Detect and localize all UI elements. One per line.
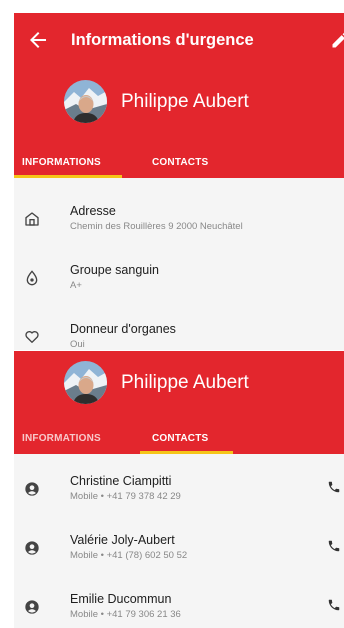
info-list: Adresse Chemin des Rouillères 9 2000 Neu… — [14, 178, 344, 350]
phone-icon[interactable] — [327, 539, 341, 553]
contact-item[interactable]: Emilie Ducommun Mobile • +41 79 306 21 3… — [14, 579, 344, 628]
info-label: Groupe sanguin — [70, 263, 159, 277]
account-circle-icon — [25, 482, 39, 496]
tab-contacts[interactable]: CONTACTS — [152, 157, 208, 168]
blood-drop-icon — [26, 270, 38, 286]
info-label: Adresse — [70, 204, 116, 218]
contact-name: Emilie Ducommun — [70, 592, 172, 606]
info-value: A+ — [70, 280, 82, 291]
phone-icon[interactable] — [327, 480, 341, 494]
screen-contacts: Philippe Aubert INFORMATIONS CONTACTS Ch… — [14, 351, 344, 628]
contact-list: Christine Ciampitti Mobile • +41 79 378 … — [14, 454, 344, 628]
account-circle-icon — [25, 541, 39, 555]
info-item-address[interactable]: Adresse Chemin des Rouillères 9 2000 Neu… — [14, 191, 344, 250]
heart-icon — [25, 331, 39, 343]
contact-phone: Mobile • +41 79 378 42 29 — [70, 491, 181, 502]
pencil-icon[interactable] — [330, 30, 344, 50]
info-item-organ-donor[interactable]: Donneur d'organes Oui — [14, 309, 344, 350]
header-area: Philippe Aubert INFORMATIONS CONTACTS — [14, 351, 344, 454]
info-value: Chemin des Rouillères 9 2000 Neuchâtel — [70, 221, 243, 232]
tab-contacts[interactable]: CONTACTS — [152, 433, 208, 444]
tab-informations[interactable]: INFORMATIONS — [22, 157, 101, 168]
page-title: Informations d'urgence — [71, 31, 254, 49]
phone-icon[interactable] — [327, 598, 341, 612]
avatar — [64, 361, 107, 404]
tab-bar: INFORMATIONS CONTACTS — [14, 148, 344, 178]
screen-informations: Informations d'urgence Philippe Aubert I… — [14, 13, 344, 350]
profile-name: Philippe Aubert — [121, 371, 249, 393]
info-label: Donneur d'organes — [70, 322, 176, 336]
contact-item[interactable]: Christine Ciampitti Mobile • +41 79 378 … — [14, 461, 344, 520]
arrow-back-icon[interactable] — [26, 28, 50, 52]
profile-name: Philippe Aubert — [121, 90, 249, 112]
profile-header: Philippe Aubert — [64, 361, 249, 404]
contact-name: Valérie Joly-Aubert — [70, 533, 175, 547]
home-icon — [25, 212, 39, 226]
info-value: Oui — [70, 339, 85, 350]
profile-header: Philippe Aubert — [64, 80, 249, 123]
tab-bar: INFORMATIONS CONTACTS — [14, 424, 344, 454]
contact-phone: Mobile • +41 79 306 21 36 — [70, 609, 181, 620]
account-circle-icon — [25, 600, 39, 614]
contact-name: Christine Ciampitti — [70, 474, 172, 488]
info-item-blood-group[interactable]: Groupe sanguin A+ — [14, 250, 344, 309]
avatar — [64, 80, 107, 123]
contact-phone: Mobile • +41 (78) 602 50 52 — [70, 550, 188, 561]
header-area: Informations d'urgence Philippe Aubert I… — [14, 13, 344, 178]
app-bar: Informations d'urgence — [14, 13, 344, 69]
contact-item[interactable]: Valérie Joly-Aubert Mobile • +41 (78) 60… — [14, 520, 344, 579]
tab-informations[interactable]: INFORMATIONS — [22, 433, 101, 444]
